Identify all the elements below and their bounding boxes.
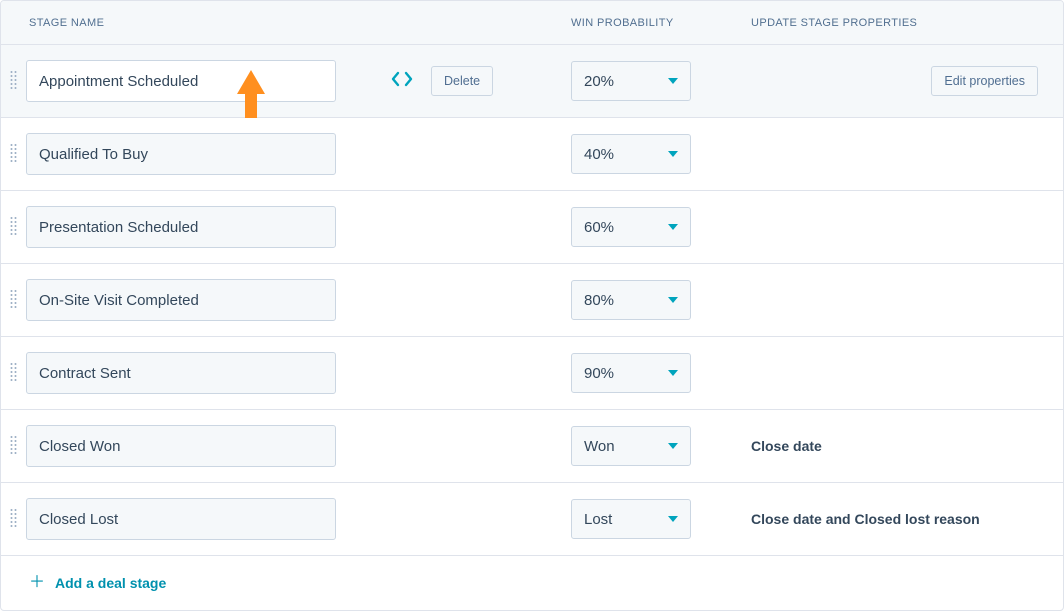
drag-handle-icon[interactable] (1, 143, 26, 165)
chevron-down-icon (668, 78, 678, 84)
delete-button[interactable]: Delete (431, 66, 493, 96)
stage-name-input[interactable] (26, 206, 336, 248)
probability-select[interactable]: Won (571, 426, 691, 466)
probability-select[interactable]: 90% (571, 353, 691, 393)
stage-name-input[interactable] (26, 352, 336, 394)
table-header: Stage Name Win Probability Update Stage … (1, 1, 1063, 45)
update-stage-text: Close date (751, 438, 822, 454)
probability-value: 80% (584, 292, 614, 309)
drag-handle-icon[interactable] (1, 362, 26, 384)
code-icon[interactable] (391, 71, 413, 92)
col-header-stage-name: Stage Name (26, 17, 571, 29)
stage-name-input[interactable] (26, 498, 336, 540)
chevron-down-icon (668, 224, 678, 230)
probability-select[interactable]: 40% (571, 134, 691, 174)
probability-value: 20% (584, 73, 614, 90)
stage-name-input[interactable] (26, 133, 336, 175)
probability-select[interactable]: 80% (571, 280, 691, 320)
probability-select[interactable]: 60% (571, 207, 691, 247)
stage-name-input[interactable] (26, 60, 336, 102)
drag-handle-icon[interactable] (1, 70, 26, 92)
drag-handle-icon[interactable] (1, 435, 26, 457)
stage-name-input[interactable] (26, 279, 336, 321)
edit-properties-button[interactable]: Edit properties (931, 66, 1038, 96)
table-row: Won Close date (1, 410, 1063, 483)
probability-value: 40% (584, 146, 614, 163)
probability-value: 60% (584, 219, 614, 236)
probability-value: 90% (584, 365, 614, 382)
update-stage-text: Close date and Closed lost reason (751, 511, 980, 527)
table-row: Delete 20% Edit properties (1, 45, 1063, 118)
chevron-down-icon (668, 516, 678, 522)
drag-handle-icon[interactable] (1, 216, 26, 238)
plus-icon: ＋ (29, 575, 45, 591)
probability-value: Lost (584, 511, 612, 528)
chevron-down-icon (668, 443, 678, 449)
table-footer: ＋ Add a deal stage (1, 556, 1063, 610)
drag-handle-icon[interactable] (1, 289, 26, 311)
stage-name-input[interactable] (26, 425, 336, 467)
drag-handle-icon[interactable] (1, 508, 26, 530)
col-header-probability: Win Probability (571, 17, 751, 29)
probability-select[interactable]: Lost (571, 499, 691, 539)
add-deal-stage-button[interactable]: ＋ Add a deal stage (29, 575, 166, 591)
chevron-down-icon (668, 297, 678, 303)
probability-value: Won (584, 438, 615, 455)
table-row: Lost Close date and Closed lost reason (1, 483, 1063, 556)
table-row: 90% (1, 337, 1063, 410)
table-row: 40% (1, 118, 1063, 191)
table-row: 60% (1, 191, 1063, 264)
chevron-down-icon (668, 151, 678, 157)
add-stage-label: Add a deal stage (55, 575, 166, 591)
probability-select[interactable]: 20% (571, 61, 691, 101)
chevron-down-icon (668, 370, 678, 376)
table-row: 80% (1, 264, 1063, 337)
deal-stages-table: Stage Name Win Probability Update Stage … (0, 0, 1064, 611)
col-header-update: Update Stage Properties (751, 17, 1063, 29)
